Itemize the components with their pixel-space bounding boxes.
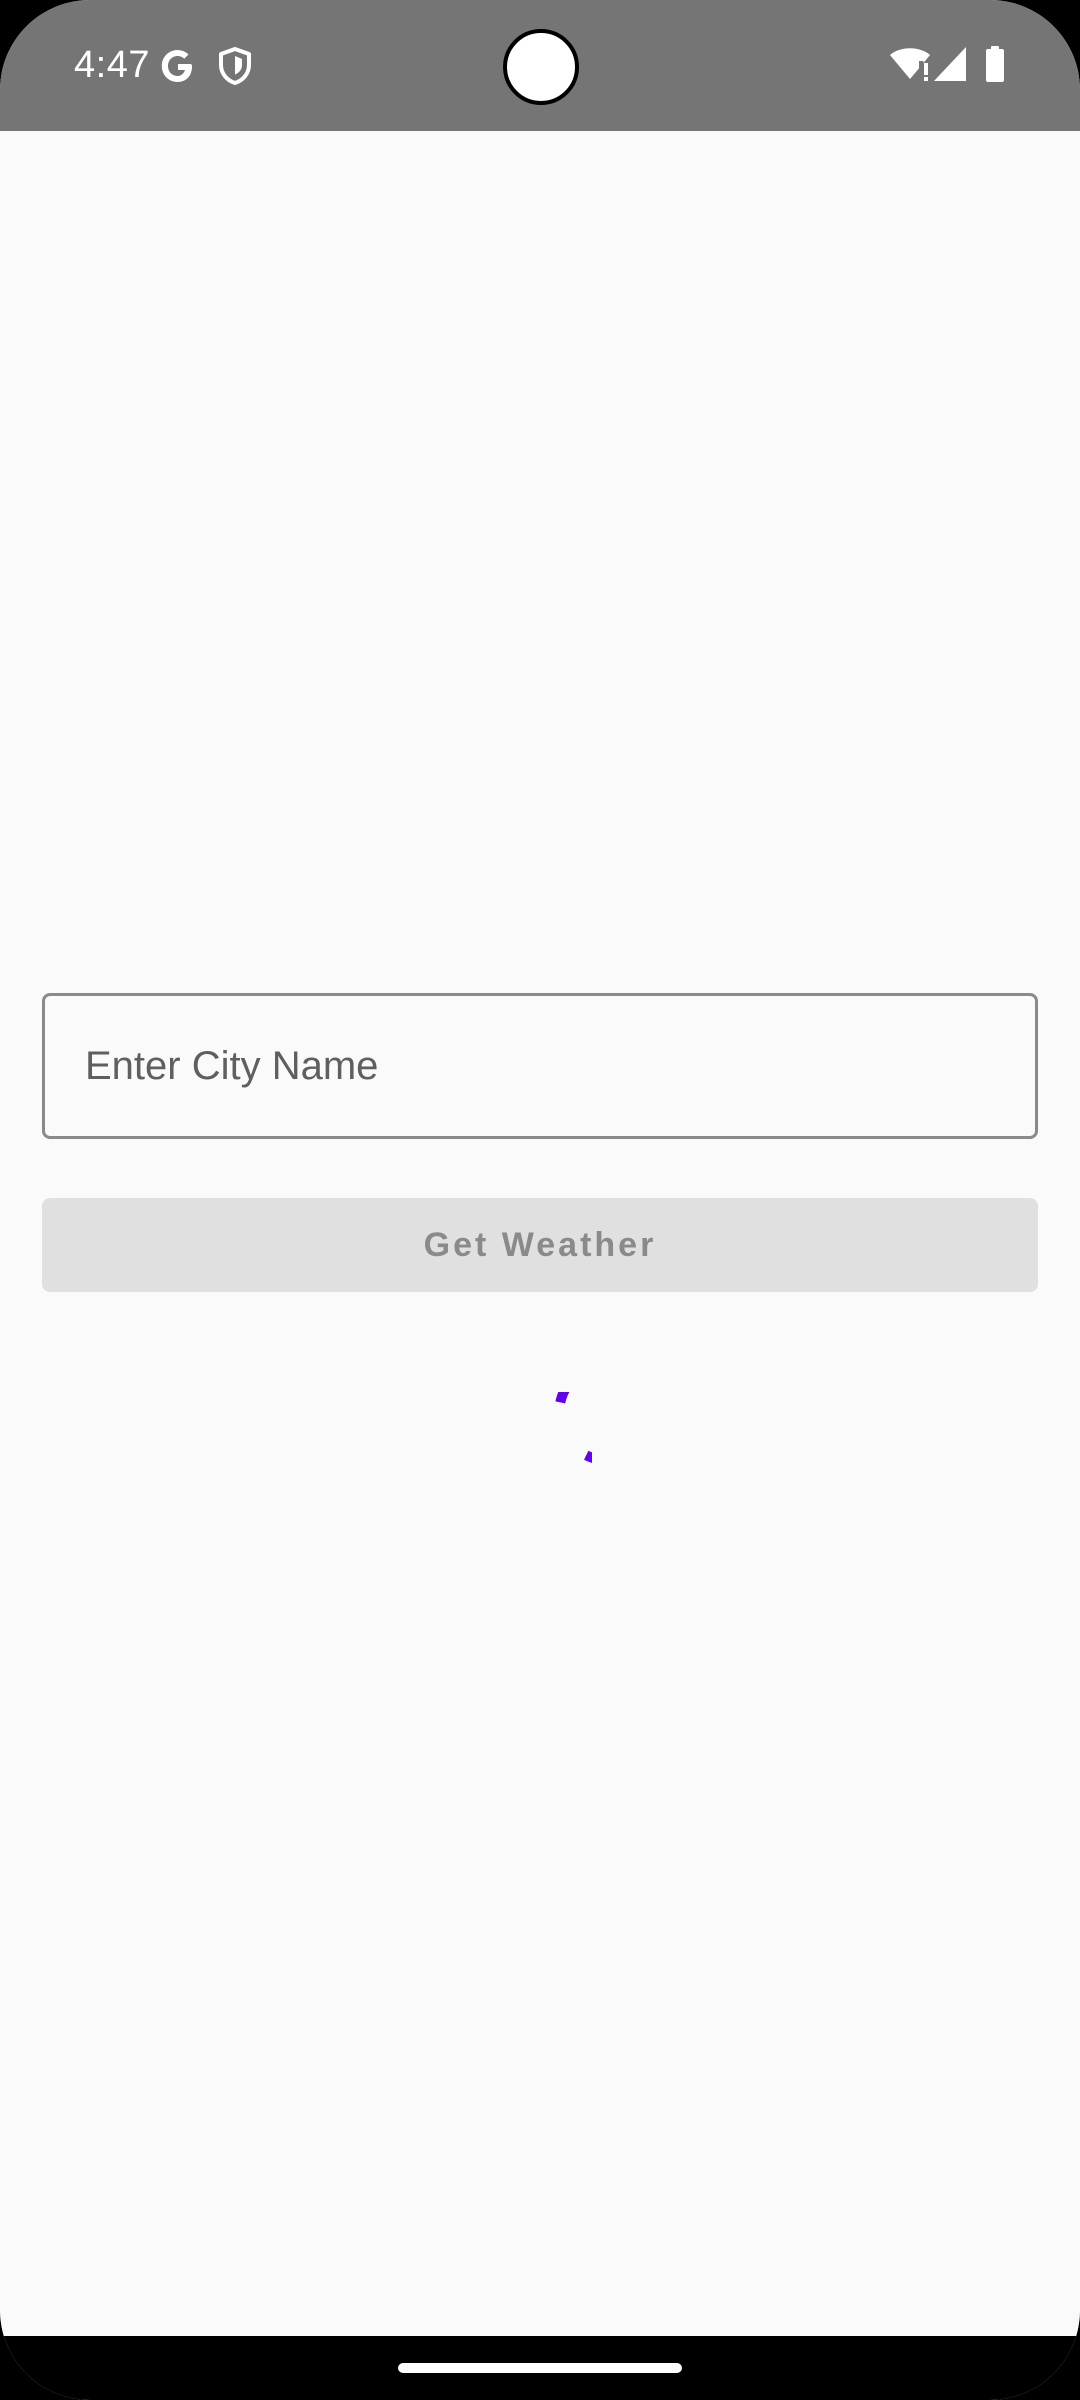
- city-name-input[interactable]: [42, 993, 1038, 1139]
- battery-icon: [985, 46, 1005, 87]
- loading-spinner-icon: [555, 1392, 592, 1463]
- cell-signal-icon: [933, 46, 967, 87]
- wifi-alert-icon: [889, 46, 931, 89]
- status-bar: 4:47: [0, 0, 1080, 131]
- vpn-shield-icon: [213, 44, 257, 88]
- get-weather-button[interactable]: Get Weather: [42, 1198, 1038, 1292]
- status-time: 4:47: [74, 44, 150, 86]
- home-gesture-handle[interactable]: [398, 2363, 682, 2373]
- phone-screen: 4:47 Enter City Name Get Weather: [0, 0, 1080, 2400]
- camera-cutout: [503, 29, 579, 105]
- google-icon: [156, 44, 200, 88]
